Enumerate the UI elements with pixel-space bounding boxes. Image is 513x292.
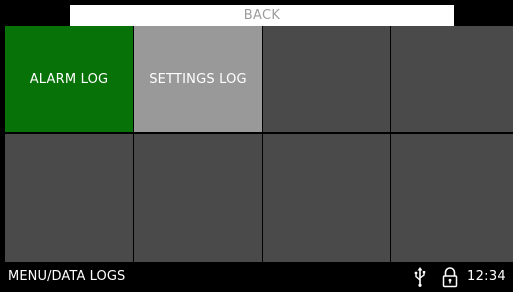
usb-icon [414,267,426,287]
empty-tile [391,26,513,132]
empty-tile [134,134,262,262]
status-bar: MENU/DATA LOGS 12:34 [0,262,513,292]
settings-log-tile[interactable]: SETTINGS LOG [134,26,262,132]
empty-tile [263,134,390,262]
empty-tile [391,134,513,262]
screen: BACK ALARM LOG SETTINGS LOG MENU/DATA LO… [0,0,513,292]
empty-tile [263,26,390,132]
breadcrumb: MENU/DATA LOGS [8,269,126,284]
clock: 12:34 [467,269,506,284]
lock-icon [442,267,458,288]
menu-grid: ALARM LOG SETTINGS LOG [5,26,513,262]
alarm-log-tile[interactable]: ALARM LOG [5,26,133,132]
empty-tile [5,134,133,262]
back-button[interactable]: BACK [70,5,454,26]
settings-log-label: SETTINGS LOG [149,71,247,87]
alarm-log-label: ALARM LOG [29,71,109,87]
